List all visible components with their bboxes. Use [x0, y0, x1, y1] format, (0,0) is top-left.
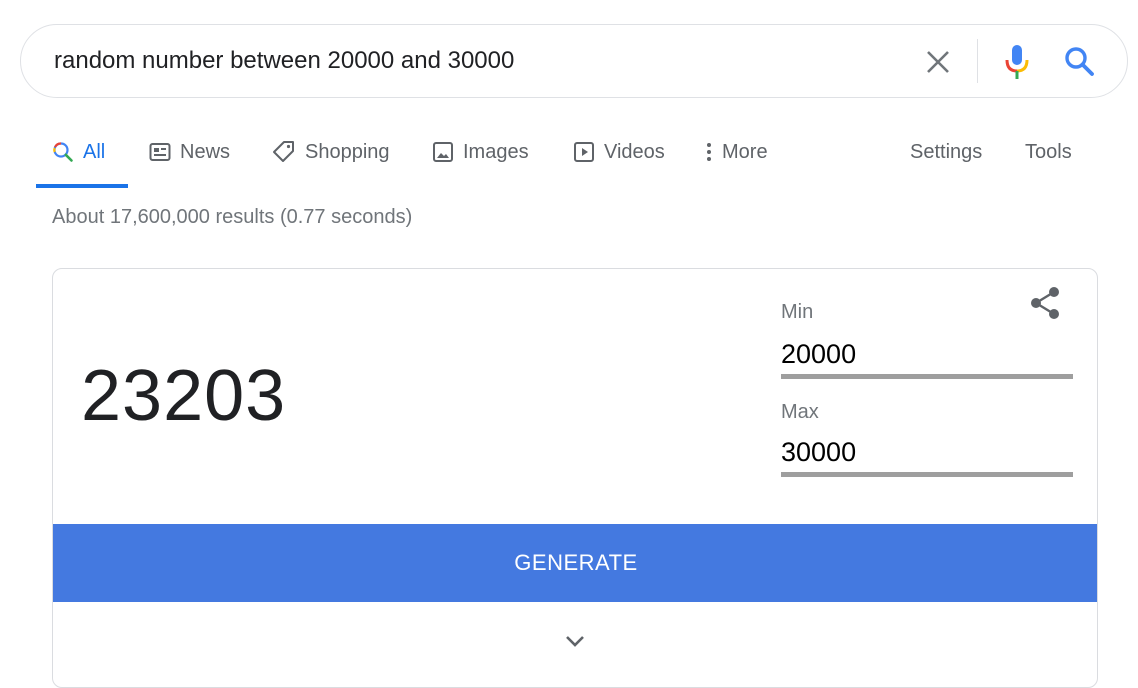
result-stats: About 17,600,000 results (0.77 seconds): [52, 206, 413, 228]
search-divider: [977, 39, 978, 83]
min-input[interactable]: [781, 335, 1073, 379]
tab-images[interactable]: Images: [432, 120, 529, 184]
news-icon: [149, 143, 171, 161]
image-icon: [433, 142, 453, 162]
tab-shopping[interactable]: Shopping: [272, 120, 390, 184]
settings-link[interactable]: Settings: [910, 120, 982, 184]
tab-label: All: [83, 140, 106, 163]
close-icon: [927, 51, 949, 73]
tab-videos[interactable]: Videos: [573, 120, 665, 184]
tab-news[interactable]: News: [149, 120, 230, 184]
tools-link[interactable]: Tools: [1025, 120, 1072, 184]
search-tabs: All News Shopping Images Videos More Set…: [0, 120, 1138, 188]
search-icon: [1065, 47, 1094, 76]
generate-button[interactable]: GENERATE: [53, 524, 1097, 602]
tag-icon: [273, 141, 294, 162]
tab-all[interactable]: All: [52, 120, 105, 184]
random-number-card: 23203 Min Max GENERATE: [52, 268, 1098, 688]
microphone-icon: [1005, 45, 1029, 79]
clear-search-button[interactable]: [919, 43, 957, 81]
tab-label: News: [180, 140, 231, 163]
tab-label: More: [722, 140, 768, 163]
share-button[interactable]: [1025, 283, 1065, 323]
chevron-down-icon: [566, 636, 584, 647]
tab-label: Videos: [604, 140, 665, 163]
play-icon: [574, 142, 594, 162]
tab-more[interactable]: More: [706, 120, 768, 184]
search-bar: random number between 20000 and 30000: [20, 24, 1128, 98]
search-button[interactable]: [1059, 41, 1099, 81]
min-label: Min: [781, 301, 814, 323]
max-label: Max: [781, 401, 819, 423]
max-input[interactable]: [781, 433, 1073, 477]
tab-label: Shopping: [305, 140, 390, 163]
active-tab-indicator: [36, 184, 128, 188]
more-vert-icon: [707, 143, 711, 161]
random-result: 23203: [81, 356, 287, 436]
expand-button[interactable]: [553, 621, 597, 661]
search-input[interactable]: random number between 20000 and 30000: [54, 25, 514, 97]
tab-label: Images: [463, 140, 529, 163]
share-icon: [1031, 287, 1059, 319]
voice-search-button[interactable]: [999, 39, 1035, 85]
search-icon: [53, 142, 73, 162]
